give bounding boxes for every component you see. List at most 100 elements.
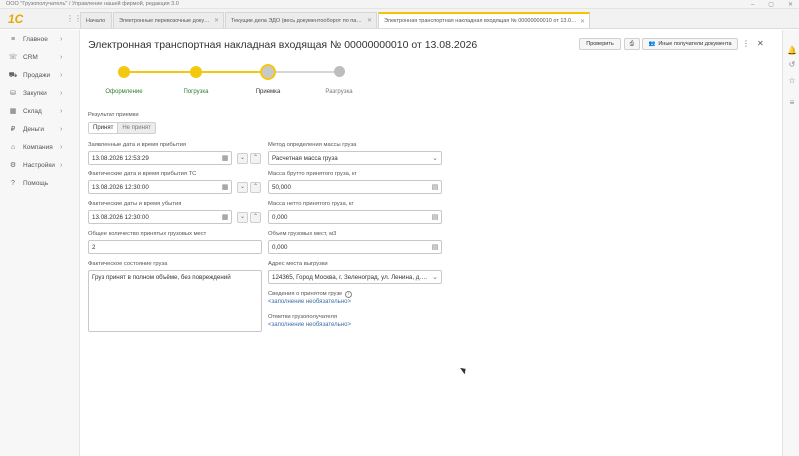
- chevron-right-icon: ›: [60, 35, 63, 43]
- check-button[interactable]: Проверить: [579, 38, 621, 50]
- printer-icon: ⎙: [629, 40, 635, 47]
- ruble-icon: ₽: [10, 126, 16, 133]
- phone-icon: ☏: [8, 54, 18, 61]
- right-rail: 🔔 ↺ ☆ ≡: [782, 30, 799, 456]
- volume-label: Объем грузовых мест, м3: [268, 231, 337, 237]
- address-select[interactable]: 124365, Город Москва, г. Зеленоград, ул.…: [268, 270, 442, 284]
- chevron-right-icon: ›: [60, 143, 63, 151]
- sidebar-item-help[interactable]: ? Помощь: [0, 176, 80, 190]
- increment-button[interactable]: ⌃: [250, 182, 261, 193]
- history-icon[interactable]: ↺: [787, 60, 797, 70]
- close-window-button[interactable]: ✕: [788, 1, 793, 8]
- tab-close-icon[interactable]: ✕: [367, 17, 372, 24]
- calendar-icon[interactable]: ▦: [219, 213, 231, 221]
- places-field[interactable]: 2: [88, 240, 262, 254]
- print-button[interactable]: ⎙: [624, 38, 640, 50]
- menu-icon[interactable]: ≡: [787, 98, 797, 108]
- decrement-button[interactable]: ⌄: [237, 153, 248, 164]
- tab-edo-tasks[interactable]: Текущие дела ЭДО (весь документооборот п…: [225, 12, 377, 28]
- calendar-icon[interactable]: ▦: [219, 183, 231, 191]
- chevron-down-icon[interactable]: ⌄: [429, 154, 441, 162]
- consignee-marks-link[interactable]: <заполнение необязательно>: [268, 322, 351, 328]
- decrement-button[interactable]: ⌄: [237, 182, 248, 193]
- calculator-icon[interactable]: ▤: [429, 183, 441, 191]
- rejected-option[interactable]: Не принят: [118, 123, 155, 133]
- step-label-3: Приемка: [255, 89, 281, 95]
- chevron-right-icon: ›: [60, 125, 63, 133]
- calendar-icon[interactable]: ▦: [219, 154, 231, 162]
- info-icon[interactable]: i: [345, 291, 353, 298]
- calculator-icon[interactable]: ▤: [429, 243, 441, 251]
- tab-transport-docs[interactable]: Электронные перевозочные документы ✕: [113, 12, 224, 28]
- actual-departure-label: Фактические даты и время убытия: [88, 201, 182, 207]
- increment-button[interactable]: ⌃: [250, 212, 261, 223]
- star-icon[interactable]: ☆: [787, 76, 797, 86]
- window-title: ООО "Грузополучатель" / Управление нашей…: [6, 1, 179, 7]
- tab-close-icon[interactable]: ✕: [580, 18, 585, 25]
- actual-arrival-field[interactable]: 13.08.2026 12:30:00 ▦: [88, 180, 232, 194]
- more-icon[interactable]: ⋮: [742, 38, 750, 50]
- page-title: Электронная транспортная накладная входя…: [88, 39, 478, 51]
- consignee-marks-label: Отметки грузополучателя: [268, 314, 337, 320]
- bell-icon[interactable]: 🔔: [787, 46, 797, 56]
- condition-textarea[interactable]: Груз принят в полном объёме, без поврежд…: [88, 270, 262, 332]
- declared-arrival-field[interactable]: 13.08.2026 12:53:29 ▦: [88, 151, 232, 165]
- sidebar-item-settings[interactable]: ⚙ Настройки ›: [0, 158, 80, 172]
- chevron-right-icon: ›: [60, 161, 63, 169]
- menu-icon: ≡: [10, 35, 16, 43]
- chevron-right-icon: ›: [60, 89, 63, 97]
- sidebar-item-sales[interactable]: ⛟ Продажи ›: [0, 68, 80, 82]
- cargo-info-link[interactable]: <заполнение необязательно>: [268, 299, 351, 305]
- condition-label: Фактическое состояние груза: [88, 261, 168, 267]
- window-titlebar: ООО "Грузополучатель" / Управление нашей…: [0, 0, 799, 9]
- sidebar-item-warehouse[interactable]: ▦ Склад ›: [0, 104, 80, 118]
- tab-close-icon[interactable]: ✕: [214, 17, 219, 24]
- actual-arrival-label: Фактические дата и время прибытия ТС: [88, 171, 197, 177]
- method-select[interactable]: Расчетная масса груза ⌄: [268, 151, 442, 165]
- chevron-right-icon: ›: [60, 71, 63, 79]
- declared-arrival-label: Заявленные дата и время прибытия: [88, 142, 186, 148]
- net-mass-field[interactable]: 0,000 ▤: [268, 210, 442, 224]
- close-icon[interactable]: ✕: [757, 38, 764, 50]
- sidebar-item-purchases[interactable]: ⛁ Закупки ›: [0, 86, 80, 100]
- increment-button[interactable]: ⌃: [250, 153, 261, 164]
- other-recipients-button[interactable]: 👥 Иные получатели документа: [642, 38, 738, 50]
- sidebar-item-company[interactable]: ⌂ Компания ›: [0, 140, 80, 154]
- step-dot-1: [118, 66, 130, 78]
- sidebar-item-crm[interactable]: ☏ CRM ›: [0, 50, 80, 64]
- calculator-icon[interactable]: ▤: [429, 213, 441, 221]
- chevron-down-icon[interactable]: ⌄: [429, 273, 441, 281]
- warehouse-icon: ▦: [9, 108, 17, 115]
- step-dot-2: [190, 66, 202, 78]
- stepper-pending-line: [268, 71, 340, 73]
- truck-icon: ⛟: [8, 71, 18, 79]
- step-dot-3-current: [260, 64, 276, 80]
- cargo-info-label: Сведения о принятом грузе i: [268, 291, 353, 298]
- gross-mass-label: Масса брутто принятого груза, кг: [268, 171, 357, 177]
- result-toggle: Принят Не принят: [88, 122, 156, 134]
- result-label: Результат приемки: [88, 112, 139, 118]
- accepted-option[interactable]: Принят: [89, 123, 119, 133]
- step-label-1: Оформление: [105, 89, 143, 95]
- gross-mass-field[interactable]: 50,000 ▤: [268, 180, 442, 194]
- document-form: Электронная транспортная накладная входя…: [81, 30, 782, 456]
- top-tab-bar: 1С ⋮⋮ Начало Электронные перевозочные до…: [0, 9, 799, 29]
- help-icon: ?: [11, 179, 15, 187]
- company-icon: ⌂: [10, 143, 16, 151]
- maximize-button[interactable]: ▢: [768, 1, 774, 8]
- users-icon: 👥: [648, 41, 656, 47]
- step-dot-4: [334, 66, 345, 77]
- tab-waybill[interactable]: Электронная транспортная накладная входя…: [378, 12, 590, 28]
- volume-field[interactable]: 0,000 ▤: [268, 240, 442, 254]
- actual-departure-field[interactable]: 13.08.2026 12:30:00 ▦: [88, 210, 232, 224]
- sidebar: ≡ Главное › ☏ CRM › ⛟ Продажи › ⛁ Закупк…: [0, 30, 80, 456]
- minimize-button[interactable]: –: [751, 2, 754, 8]
- gear-icon: ⚙: [9, 162, 17, 169]
- places-label: Общее количество принятых грузовых мест: [88, 231, 207, 237]
- tab-home[interactable]: Начало: [80, 12, 112, 28]
- method-label: Метод определения массы груза: [268, 142, 357, 148]
- decrement-button[interactable]: ⌄: [237, 212, 248, 223]
- net-mass-label: Масса нетто принятого груза, кг: [268, 201, 354, 207]
- sidebar-item-money[interactable]: ₽ Деньги ›: [0, 122, 80, 136]
- sidebar-item-main[interactable]: ≡ Главное ›: [0, 32, 80, 46]
